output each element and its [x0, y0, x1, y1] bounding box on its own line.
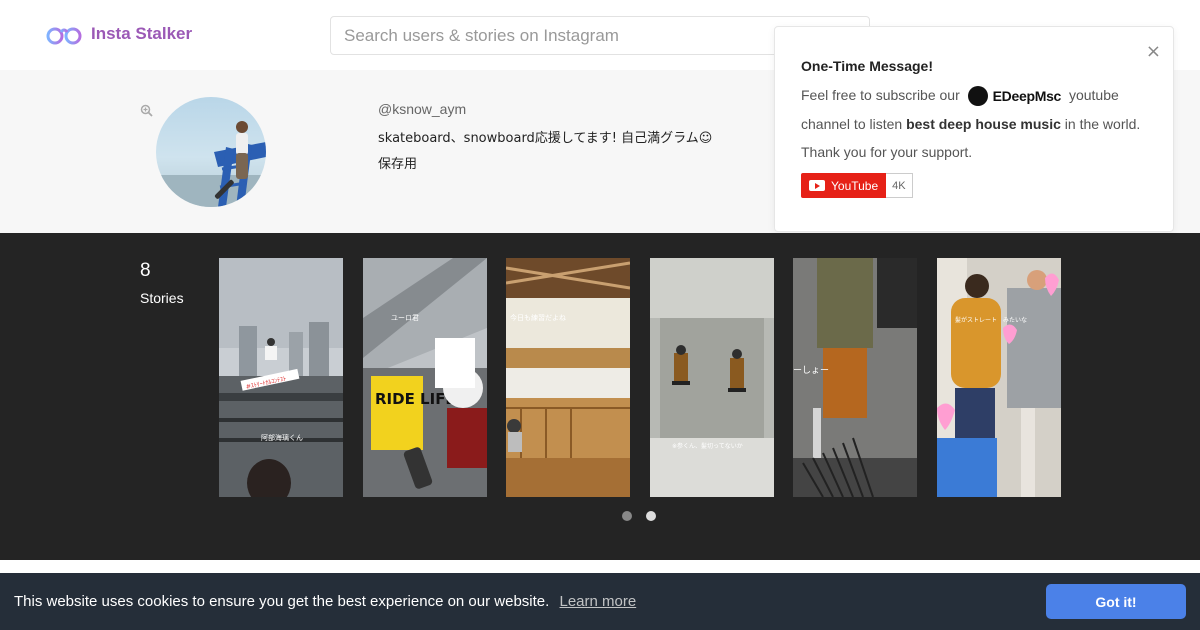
accept-cookies-button[interactable]: Got it! — [1046, 584, 1186, 619]
subscriber-count: 4K — [886, 173, 913, 198]
story-caption: 髪がストレート みたいな — [955, 316, 1027, 324]
stories-section: 8 Stories #ｽﾄﾘｰﾄｶﾙｺﾝﾃｽﾄ 阿部海璃くん RIDE LIFE… — [0, 233, 1200, 560]
logo[interactable]: Insta Stalker — [45, 22, 192, 46]
channel-logo-icon — [967, 86, 988, 107]
bio-line-2: 保存用 — [378, 157, 418, 172]
popup-title: One-Time Message! — [801, 58, 934, 74]
binoculars-icon — [46, 27, 82, 45]
profile-bio: skateboard、snowboard応援してます! 自己満グラム☺︎ 保存用 — [378, 126, 758, 178]
story-caption: 今日も練習だよね — [510, 313, 566, 322]
story-thumbnail[interactable]: ※参くん、髪切ってないか — [650, 258, 774, 497]
story-thumbnail[interactable]: 今日も練習だよね — [506, 258, 630, 497]
brand-name: Insta Stalker — [91, 24, 193, 43]
learn-more-link[interactable]: Learn more — [559, 593, 636, 610]
story-thumbnail[interactable]: 髪がストレート みたいな — [937, 258, 1061, 497]
story-caption: 阿部海璃くん — [261, 433, 303, 442]
bio-line-1: skateboard、snowboard応援してます! 自己満グラム☺︎ — [378, 131, 713, 146]
carousel-dot[interactable] — [622, 511, 632, 521]
channel-brand[interactable]: EDeepMsc — [967, 82, 1062, 110]
popup-text-bold: best deep house music — [906, 116, 1061, 133]
avatar[interactable] — [156, 97, 266, 207]
avatar-image — [156, 121, 266, 207]
carousel-dot-active[interactable] — [646, 511, 656, 521]
story-caption: ※参くん、髪切ってないか — [672, 442, 743, 450]
stories-label: Stories — [140, 290, 184, 306]
story-thumbnail[interactable]: ーしょー — [793, 258, 917, 497]
cookie-text: This website uses cookies to ensure you … — [14, 593, 550, 610]
stories-count: 8 — [140, 260, 151, 281]
popup-body: Feel free to subscribe our EDeepMsc yout… — [801, 81, 1157, 166]
zoom-in-icon[interactable] — [140, 104, 153, 117]
youtube-button[interactable]: YouTube — [801, 173, 887, 198]
youtube-play-icon — [809, 180, 825, 191]
cookie-banner: This website uses cookies to ensure you … — [0, 573, 1200, 630]
youtube-label: YouTube — [831, 178, 879, 193]
carousel-pagination — [622, 511, 656, 521]
popup-text-start: Feel free to subscribe our — [801, 87, 960, 103]
one-time-message-popup: × One-Time Message! Feel free to subscri… — [774, 26, 1174, 232]
username: @ksnow_aym — [378, 101, 467, 117]
story-caption: ーしょー — [793, 365, 829, 376]
story-thumbnail[interactable]: #ｽﾄﾘｰﾄｶﾙｺﾝﾃｽﾄ 阿部海璃くん — [219, 258, 343, 497]
youtube-subscribe[interactable]: YouTube 4K — [801, 173, 913, 198]
story-thumbnail[interactable]: RIDE LIFE ユーロ君 — [363, 258, 487, 497]
close-icon[interactable]: × — [1146, 43, 1161, 61]
story-caption: ユーロ君 — [391, 314, 419, 322]
cookie-message: This website uses cookies to ensure you … — [14, 593, 636, 610]
channel-name: EDeepMsc — [992, 88, 1062, 105]
